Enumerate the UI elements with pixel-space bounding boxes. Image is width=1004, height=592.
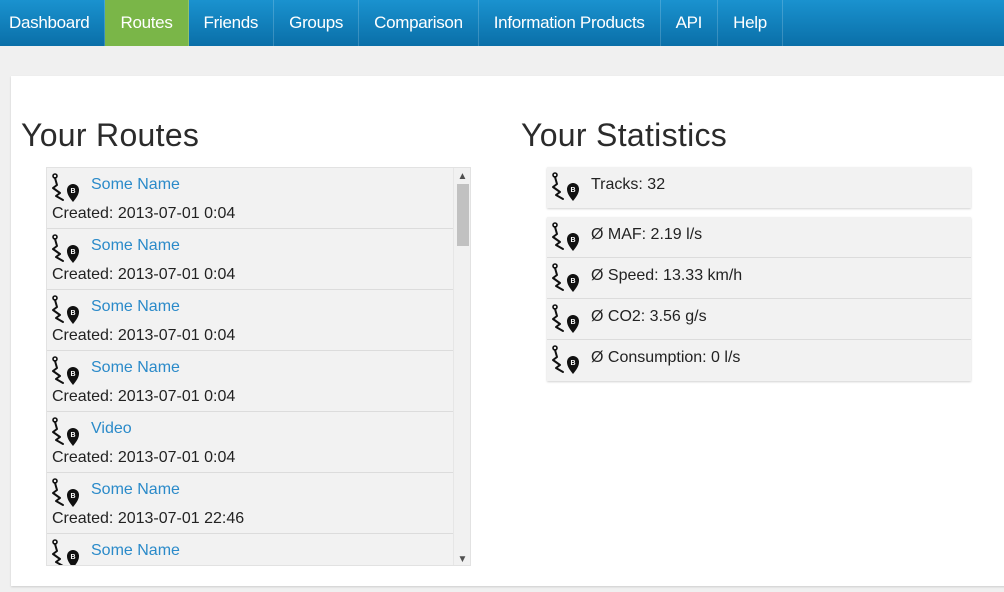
route-marker-icon xyxy=(552,345,580,374)
route-item[interactable]: Some Name Created: 2013-07-01 0:04 xyxy=(47,229,453,290)
route-marker-icon xyxy=(52,356,80,385)
route-name-link[interactable]: Some Name xyxy=(91,237,180,255)
route-name-link[interactable]: Some Name xyxy=(91,298,180,316)
routes-list[interactable]: Some Name Created: 2013-07-01 0:04 Some … xyxy=(46,167,471,566)
routes-scrollbar[interactable]: ▲ ▼ xyxy=(453,168,470,565)
tracks-box: Tracks: 32 xyxy=(547,167,971,208)
route-item[interactable]: Some Name Created: 2013-07-01 0:04 xyxy=(47,351,453,412)
route-name-link[interactable]: Some Name xyxy=(91,542,180,560)
stat-row: Ø MAF: 2.19 l/s xyxy=(547,217,971,258)
route-name-link[interactable]: Some Name xyxy=(91,176,180,194)
route-created-date: Created: 2013-07-01 0:04 xyxy=(52,449,236,466)
route-marker-icon xyxy=(52,478,80,507)
route-marker-icon xyxy=(52,417,80,446)
statistics-title: Your Statistics xyxy=(521,117,728,153)
routes-title: Your Routes xyxy=(21,117,200,153)
stat-co2: Ø CO2: 3.56 g/s xyxy=(591,308,707,325)
stat-row-tracks: Tracks: 32 xyxy=(547,167,971,208)
route-created-date: Created: 2013-07-01 0:04 xyxy=(52,327,236,344)
top-navbar: Dashboard Routes Friends Groups Comparis… xyxy=(0,0,1004,46)
stat-tracks: Tracks: 32 xyxy=(591,176,666,193)
route-marker-icon xyxy=(52,539,80,565)
route-marker-icon xyxy=(52,295,80,324)
route-name-link[interactable]: Some Name xyxy=(91,359,180,377)
scroll-down-icon[interactable]: ▼ xyxy=(454,551,470,565)
route-name-link[interactable]: Some Name xyxy=(91,481,180,499)
route-item[interactable]: Some Name Created: 2013-07-01 0:04 xyxy=(47,168,453,229)
route-marker-icon xyxy=(552,222,580,251)
route-item[interactable]: Video Created: 2013-07-01 0:04 xyxy=(47,412,453,473)
route-item[interactable]: Some Name xyxy=(47,534,453,565)
stat-row: Ø CO2: 3.56 g/s xyxy=(547,299,971,340)
nav-information-products[interactable]: Information Products xyxy=(479,0,661,46)
route-name-link[interactable]: Video xyxy=(91,420,132,438)
route-created-date: Created: 2013-07-01 0:04 xyxy=(52,266,236,283)
scroll-thumb[interactable] xyxy=(457,184,469,246)
route-item[interactable]: Some Name Created: 2013-07-01 22:46 xyxy=(47,473,453,534)
nav-friends[interactable]: Friends xyxy=(189,0,275,46)
stat-row: Ø Consumption: 0 l/s xyxy=(547,340,971,381)
route-marker-icon xyxy=(52,173,80,202)
nav-routes[interactable]: Routes xyxy=(105,0,189,46)
nav-groups[interactable]: Groups xyxy=(274,0,360,46)
stat-maf: Ø MAF: 2.19 l/s xyxy=(591,226,703,243)
route-marker-icon xyxy=(552,304,580,333)
stat-speed: Ø Speed: 13.33 km/h xyxy=(591,267,743,284)
stat-row: Ø Speed: 13.33 km/h xyxy=(547,258,971,299)
route-created-date: Created: 2013-07-01 22:46 xyxy=(52,510,245,527)
averages-box: Ø MAF: 2.19 l/s Ø Speed: 13.33 km/h Ø CO… xyxy=(547,217,971,381)
stat-consumption: Ø Consumption: 0 l/s xyxy=(591,349,741,366)
route-marker-icon xyxy=(552,172,580,201)
route-created-date: Created: 2013-07-01 0:04 xyxy=(52,388,236,405)
nav-help[interactable]: Help xyxy=(718,0,783,46)
nav-api[interactable]: API xyxy=(661,0,719,46)
nav-comparison[interactable]: Comparison xyxy=(359,0,479,46)
nav-dashboard[interactable]: Dashboard xyxy=(0,0,106,46)
scroll-up-icon[interactable]: ▲ xyxy=(454,168,470,184)
route-item[interactable]: Some Name Created: 2013-07-01 0:04 xyxy=(47,290,453,351)
route-marker-icon xyxy=(52,234,80,263)
route-created-date: Created: 2013-07-01 0:04 xyxy=(52,205,236,222)
route-marker-icon xyxy=(552,263,580,292)
